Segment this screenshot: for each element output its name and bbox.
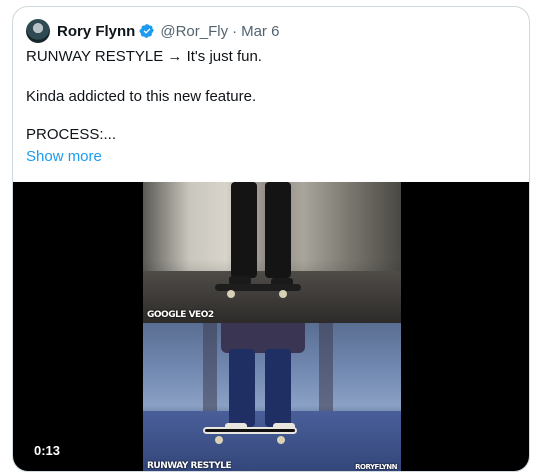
watermark-bottom-left: RUNWAY RESTYLE <box>147 461 232 471</box>
leg <box>265 349 291 427</box>
wheel <box>227 290 235 298</box>
skater-figure <box>221 323 305 433</box>
tweet-date[interactable]: Mar 6 <box>241 23 279 40</box>
leg <box>229 349 255 427</box>
wheel <box>277 436 285 444</box>
separator-dot: · <box>232 22 238 40</box>
video-duration-badge: 0:13 <box>26 440 69 462</box>
tweet-text-line: PROCESS:... <box>26 126 117 143</box>
video-player[interactable]: GOOGLE VEO2 RUNWAY RESTYLE RORYFLYNN 0:1… <box>13 182 529 471</box>
skater-figure <box>227 182 297 290</box>
watermark-top: GOOGLE VEO2 <box>147 310 214 320</box>
wheel <box>279 290 287 298</box>
avatar[interactable] <box>26 19 50 43</box>
tweet-header: Rory Flynn @Ror_Fly · Mar 6 <box>26 18 279 44</box>
wheel <box>215 436 223 444</box>
author-handle[interactable]: @Ror_Fly <box>160 23 228 40</box>
skateboard <box>203 427 297 434</box>
leg <box>265 182 291 278</box>
video-frame-restyled: RUNWAY RESTYLE RORYFLYNN <box>143 323 401 471</box>
show-more-link[interactable]: Show more <box>26 147 102 167</box>
watermark-bottom-right: RORYFLYNN <box>355 463 397 471</box>
pillar <box>319 323 333 411</box>
pillar <box>203 323 217 411</box>
tweet-card[interactable]: Rory Flynn @Ror_Fly · Mar 6 RUNWAY RESTY… <box>12 6 530 472</box>
verified-badge-icon <box>139 23 155 39</box>
tweet-text-line: RUNWAY RESTYLE → It's just fun. <box>26 48 262 65</box>
tweet-text-line: Kinda addicted to this new feature. <box>26 88 257 105</box>
leg <box>231 182 257 278</box>
video-frame-original: GOOGLE VEO2 <box>143 182 401 323</box>
author-name[interactable]: Rory Flynn <box>57 23 135 40</box>
